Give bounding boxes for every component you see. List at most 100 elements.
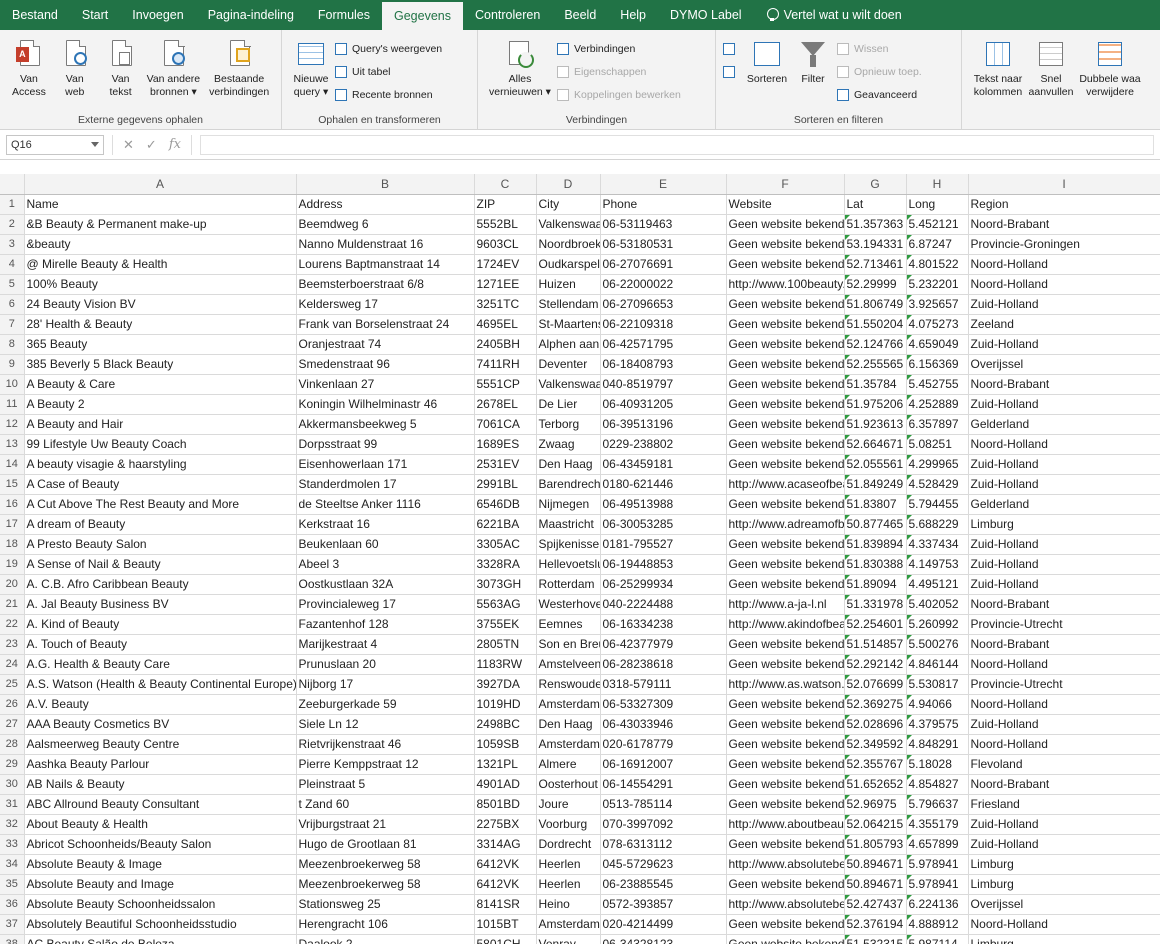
table-cell[interactable]: Provincie-Utrecht xyxy=(968,614,1160,635)
table-cell[interactable]: 52.349592 xyxy=(844,734,907,755)
table-cell[interactable]: 06-53180531 xyxy=(600,234,727,255)
sort-ascending-button[interactable] xyxy=(722,38,744,59)
table-cell[interactable]: Valkenswaard xyxy=(536,374,601,395)
table-cell[interactable]: Oranjestraat 74 xyxy=(296,334,475,355)
table-cell[interactable]: 06-49513988 xyxy=(600,494,727,515)
table-cell[interactable]: Dordrecht xyxy=(536,834,601,855)
table-cell[interactable]: 4695EL xyxy=(474,314,537,335)
table-cell[interactable]: 5.796637 xyxy=(906,794,969,815)
table-cell[interactable]: Geen website bekend xyxy=(726,234,845,255)
table-cell[interactable]: 50.877465 xyxy=(844,514,907,535)
table-cell[interactable]: 3073GH xyxy=(474,574,537,595)
table-cell[interactable]: A Cut Above The Rest Beauty and More xyxy=(24,494,297,515)
row-header[interactable]: 10 xyxy=(0,374,25,395)
table-cell[interactable]: 52.255565 xyxy=(844,354,907,375)
table-cell[interactable]: A.S. Watson (Health & Beauty Continental… xyxy=(24,674,297,695)
table-cell[interactable]: Oosterhout xyxy=(536,774,601,795)
row-header[interactable]: 5 xyxy=(0,274,25,295)
row-header[interactable]: 12 xyxy=(0,414,25,435)
table-cell[interactable]: A Sense of Nail & Beauty xyxy=(24,554,297,575)
table-cell[interactable]: 4.379575 xyxy=(906,714,969,735)
table-cell[interactable]: Joure xyxy=(536,794,601,815)
table-cell[interactable]: Geen website bekend xyxy=(726,254,845,275)
table-cell[interactable]: Overijssel xyxy=(968,354,1160,375)
flash-fill-button[interactable]: Snel aanvullen xyxy=(1028,34,1074,111)
table-cell[interactable]: 52.254601 xyxy=(844,614,907,635)
table-cell[interactable]: 5.402052 xyxy=(906,594,969,615)
tab-controleren[interactable]: Controleren xyxy=(463,0,552,30)
table-cell[interactable]: Kerkstraat 16 xyxy=(296,514,475,535)
table-cell[interactable]: 4.075273 xyxy=(906,314,969,335)
table-cell[interactable]: Flevoland xyxy=(968,754,1160,775)
table-cell[interactable]: http://www.adreamofbeauty.nl xyxy=(726,514,845,535)
text-to-columns-button[interactable]: Tekst naar kolommen xyxy=(968,34,1028,111)
table-cell[interactable]: 5.452755 xyxy=(906,374,969,395)
table-cell[interactable]: Geen website bekend xyxy=(726,314,845,335)
table-cell[interactable]: 2405BH xyxy=(474,334,537,355)
row-header[interactable]: 25 xyxy=(0,674,25,695)
table-cell[interactable]: Zuid-Holland xyxy=(968,294,1160,315)
row-header[interactable]: 7 xyxy=(0,314,25,335)
table-cell[interactable]: 5.260992 xyxy=(906,614,969,635)
table-cell[interactable]: A.V. Beauty xyxy=(24,694,297,715)
table-cell[interactable]: 51.532315 xyxy=(844,934,907,944)
table-cell[interactable]: 6546DB xyxy=(474,494,537,515)
table-cell[interactable]: 4.299965 xyxy=(906,454,969,475)
table-cell[interactable]: 4.252889 xyxy=(906,394,969,415)
table-cell[interactable]: 070-3997092 xyxy=(600,814,727,835)
table-cell[interactable]: Geen website bekend xyxy=(726,414,845,435)
table-cell[interactable]: Limburg xyxy=(968,874,1160,895)
table-cell[interactable]: 3328RA xyxy=(474,554,537,575)
from-table-button[interactable]: Uit tabel xyxy=(334,61,442,82)
table-cell[interactable]: 1015BT xyxy=(474,914,537,935)
recent-sources-button[interactable]: Recente bronnen xyxy=(334,84,442,105)
table-cell[interactable]: Abricot Schoonheids/Beauty Salon xyxy=(24,834,297,855)
table-cell[interactable]: Geen website bekend xyxy=(726,394,845,415)
tab-beeld[interactable]: Beeld xyxy=(552,0,608,30)
table-cell[interactable]: Provincie-Utrecht xyxy=(968,674,1160,695)
edit-links-button[interactable]: Koppelingen bewerken xyxy=(556,84,681,105)
table-cell[interactable]: Noord-Brabant xyxy=(968,374,1160,395)
table-cell[interactable]: AC Beauty Salão de Beleza xyxy=(24,934,297,944)
table-cell[interactable]: Geen website bekend xyxy=(726,574,845,595)
table-cell[interactable]: 51.357363 xyxy=(844,214,907,235)
table-cell[interactable]: Noordbroek xyxy=(536,234,601,255)
table-cell[interactable]: 06-22109318 xyxy=(600,314,727,335)
table-cell[interactable]: A Beauty & Care xyxy=(24,374,297,395)
table-cell[interactable]: 8501BD xyxy=(474,794,537,815)
table-cell[interactable]: A Beauty and Hair xyxy=(24,414,297,435)
table-cell[interactable]: 2678EL xyxy=(474,394,537,415)
table-cell[interactable]: Geen website bekend xyxy=(726,534,845,555)
table-cell[interactable]: http://www.a-ja-l.nl xyxy=(726,594,845,615)
insert-function-icon[interactable]: fx xyxy=(169,137,181,152)
table-cell[interactable]: A Presto Beauty Salon xyxy=(24,534,297,555)
table-cell[interactable]: 51.830388 xyxy=(844,554,907,575)
row-header[interactable]: 22 xyxy=(0,614,25,635)
tab-gegevens[interactable]: Gegevens xyxy=(382,2,463,30)
remove-duplicates-button[interactable]: Dubbele waa verwijdere xyxy=(1074,34,1146,111)
table-cell[interactable]: Geen website bekend xyxy=(726,214,845,235)
table-cell[interactable]: 52.713461 xyxy=(844,254,907,275)
table-cell[interactable]: 6.357897 xyxy=(906,414,969,435)
table-cell[interactable]: 06-34328123 xyxy=(600,934,727,944)
table-cell[interactable]: Friesland xyxy=(968,794,1160,815)
table-cell[interactable]: Dorpsstraat 99 xyxy=(296,434,475,455)
table-cell[interactable]: Pierre Kemppstraat 12 xyxy=(296,754,475,775)
header-cell[interactable]: Lat xyxy=(844,194,907,215)
table-cell[interactable]: 1271EE xyxy=(474,274,537,295)
table-cell[interactable]: A. Jal Beauty Business BV xyxy=(24,594,297,615)
row-header[interactable]: 6 xyxy=(0,294,25,315)
table-cell[interactable]: 51.35784 xyxy=(844,374,907,395)
column-header[interactable]: C xyxy=(474,174,537,195)
table-cell[interactable]: de Steeltse Anker 1116 xyxy=(296,494,475,515)
table-cell[interactable]: Beukenlaan 60 xyxy=(296,534,475,555)
tab-pagina-indeling[interactable]: Pagina-indeling xyxy=(196,0,306,30)
table-cell[interactable]: 5.978941 xyxy=(906,854,969,875)
table-cell[interactable]: Meezenbroekerweg 58 xyxy=(296,854,475,875)
table-cell[interactable]: 06-53119463 xyxy=(600,214,727,235)
table-cell[interactable]: Son en Breugel xyxy=(536,634,601,655)
table-cell[interactable]: 51.923613 xyxy=(844,414,907,435)
table-cell[interactable]: 1689ES xyxy=(474,434,537,455)
row-header[interactable]: 38 xyxy=(0,934,25,944)
table-cell[interactable]: 1059SB xyxy=(474,734,537,755)
